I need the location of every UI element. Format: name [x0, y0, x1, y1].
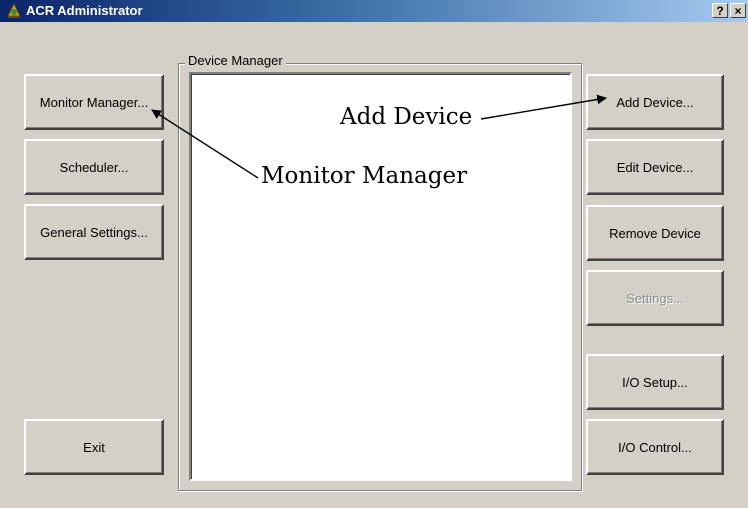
scheduler-button[interactable]: Scheduler...: [24, 139, 164, 195]
window-title: ACR Administrator: [26, 3, 143, 18]
help-button[interactable]: ?: [712, 3, 728, 18]
io-setup-button-label: I/O Setup...: [622, 374, 688, 390]
settings-button[interactable]: Settings...: [586, 270, 724, 326]
remove-device-button-label: Remove Device: [609, 225, 701, 241]
exit-button-label: Exit: [83, 439, 105, 455]
close-icon: ×: [734, 3, 742, 18]
monitor-manager-callout: Monitor Manager: [261, 163, 468, 189]
edit-device-button[interactable]: Edit Device...: [586, 139, 724, 195]
edit-device-button-label: Edit Device...: [616, 159, 694, 175]
general-settings-button-label: General Settings...: [40, 224, 148, 240]
io-control-button[interactable]: I/O Control...: [586, 419, 724, 475]
io-control-button-label: I/O Control...: [618, 439, 692, 455]
scheduler-button-label: Scheduler...: [59, 159, 129, 175]
add-device-callout: Add Device: [340, 104, 473, 130]
help-icon: ?: [716, 3, 724, 18]
remove-device-button[interactable]: Remove Device: [586, 205, 724, 261]
settings-button-label: Settings...: [626, 290, 684, 306]
general-settings-button[interactable]: General Settings...: [24, 204, 164, 260]
app-icon: [7, 3, 21, 18]
monitor-manager-button-label: Monitor Manager...: [39, 94, 149, 110]
io-setup-button[interactable]: I/O Setup...: [586, 354, 724, 410]
exit-button[interactable]: Exit: [24, 419, 164, 475]
title-bar[interactable]: ACR Administrator ? ×: [0, 0, 748, 22]
close-button[interactable]: ×: [730, 3, 746, 18]
add-device-button-label: Add Device...: [616, 94, 694, 110]
device-manager-group-label: Device Manager: [185, 53, 286, 68]
device-list[interactable]: [189, 72, 572, 481]
monitor-manager-button[interactable]: Monitor Manager...: [24, 74, 164, 130]
add-device-button[interactable]: Add Device...: [586, 74, 724, 130]
